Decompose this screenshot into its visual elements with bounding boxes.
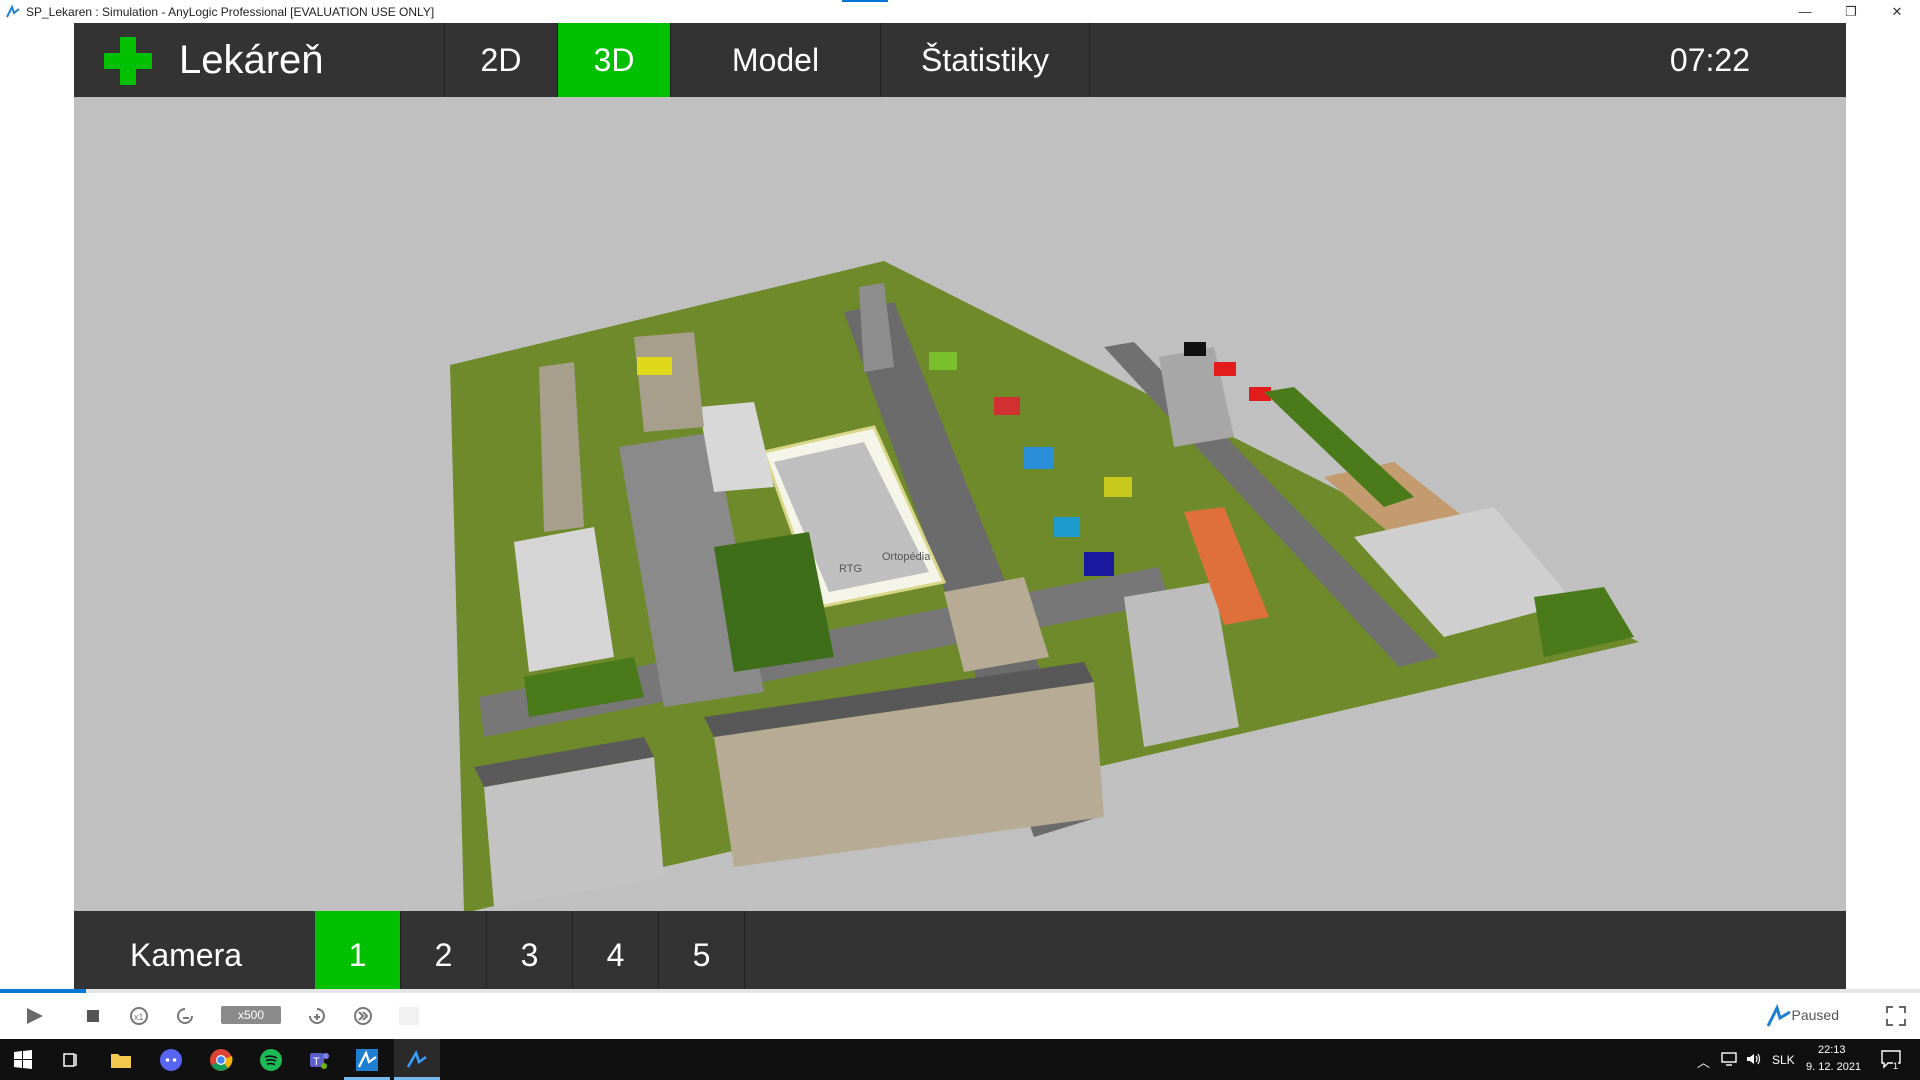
camera-label: Kamera: [130, 937, 243, 973]
window-titlebar: SP_Lekaren : Simulation - AnyLogic Profe…: [0, 0, 1920, 23]
house-green: [929, 352, 957, 370]
top-navigation-bar: Lekáreň 2D 3D Model Štatistiky 07:22: [74, 23, 1846, 97]
realtime-speed-icon[interactable]: x1: [128, 1005, 150, 1027]
notifications-icon[interactable]: [1880, 1049, 1902, 1069]
discord-icon[interactable]: [158, 1047, 184, 1073]
anylogic-sim-icon: [406, 1049, 427, 1068]
tab-model[interactable]: Model: [670, 23, 880, 97]
app-title: Lekáreň: [179, 38, 324, 82]
house-red: [994, 397, 1020, 415]
network-icon[interactable]: [1720, 1051, 1738, 1067]
simulation-presentation: Lekáreň 2D 3D Model Štatistiky 07:22 RTG…: [74, 23, 1846, 989]
city-scene: RTG Ortopédia: [450, 261, 1639, 911]
volume-icon[interactable]: [1745, 1051, 1763, 1067]
run-icon[interactable]: [24, 1005, 46, 1027]
teams-icon[interactable]: T: [306, 1047, 332, 1073]
windows-taskbar: T ︿ SLK 22:13 9. 12. 2021 1: [0, 1039, 1920, 1080]
spotify-icon[interactable]: [258, 1047, 284, 1073]
ortopedia-label: Ortopédia: [882, 551, 931, 563]
notification-count: 1: [1893, 1061, 1899, 1071]
anylogic-status-icon: [1766, 1004, 1791, 1027]
house-cyan: [1054, 517, 1080, 537]
svg-text:T: T: [313, 1056, 320, 1068]
simulation-control-bar: x1 x500 Paused: [0, 993, 1920, 1039]
tab-3d[interactable]: 3D: [557, 23, 670, 97]
house-yellow-west: [637, 357, 672, 375]
minimize-button[interactable]: —: [1782, 0, 1828, 23]
taskbar-date[interactable]: 9. 12. 2021: [1806, 1061, 1861, 1073]
camera-button-5[interactable]: 5: [659, 911, 745, 989]
house-red-2: [1214, 362, 1236, 376]
3d-city-view[interactable]: RTG Ortopédia: [74, 97, 1846, 911]
file-explorer-icon[interactable]: [108, 1047, 134, 1073]
tab-2d[interactable]: 2D: [444, 23, 557, 97]
stop-icon[interactable]: [82, 1005, 104, 1027]
house-black: [1184, 342, 1206, 356]
slow-down-icon[interactable]: [174, 1005, 196, 1027]
tower-north: [634, 332, 704, 432]
task-view-icon[interactable]: [58, 1047, 84, 1073]
experiment-slot: [399, 1007, 419, 1025]
camera-button-3[interactable]: 3: [487, 911, 573, 989]
anylogic-app-icon: [6, 4, 20, 17]
camera-button-1[interactable]: 1: [315, 911, 401, 989]
chrome-icon[interactable]: [208, 1047, 234, 1073]
anylogic-sim-taskbar-button[interactable]: [394, 1039, 440, 1080]
house-blue: [1024, 447, 1054, 469]
speed-up-icon[interactable]: [306, 1005, 328, 1027]
house-yellow: [1104, 477, 1132, 497]
fullscreen-icon[interactable]: [1885, 1005, 1907, 1027]
close-button[interactable]: ✕: [1874, 0, 1920, 23]
windows-start-icon[interactable]: [10, 1047, 36, 1073]
rtg-label: RTG: [839, 563, 862, 575]
house-navy: [1084, 552, 1114, 576]
anylogic-taskbar-icon[interactable]: [354, 1047, 380, 1073]
camera-button-2[interactable]: 2: [401, 911, 487, 989]
camera-bar: Kamera 1 2 3 4 5: [74, 911, 1846, 989]
run-until-icon[interactable]: [352, 1005, 374, 1027]
pharmacy-cross-icon: [104, 37, 152, 85]
simulation-status: Paused: [1791, 1007, 1839, 1023]
tab-statistiky[interactable]: Štatistiky: [880, 23, 1090, 97]
camera-button-4[interactable]: 4: [573, 911, 659, 989]
svg-text:x1: x1: [134, 1012, 144, 1022]
language-indicator[interactable]: SLK: [1772, 1053, 1795, 1067]
tray-overflow-icon[interactable]: ︿: [1697, 1052, 1710, 1071]
speed-indicator: x500: [221, 1006, 281, 1024]
maximize-button[interactable]: ❐: [1828, 0, 1874, 23]
taskbar-time[interactable]: 22:13: [1818, 1044, 1846, 1056]
window-title: SP_Lekaren : Simulation - AnyLogic Profe…: [26, 4, 435, 19]
titlebar-accent-line: [842, 0, 888, 2]
simulation-clock: 07:22: [1669, 42, 1750, 78]
